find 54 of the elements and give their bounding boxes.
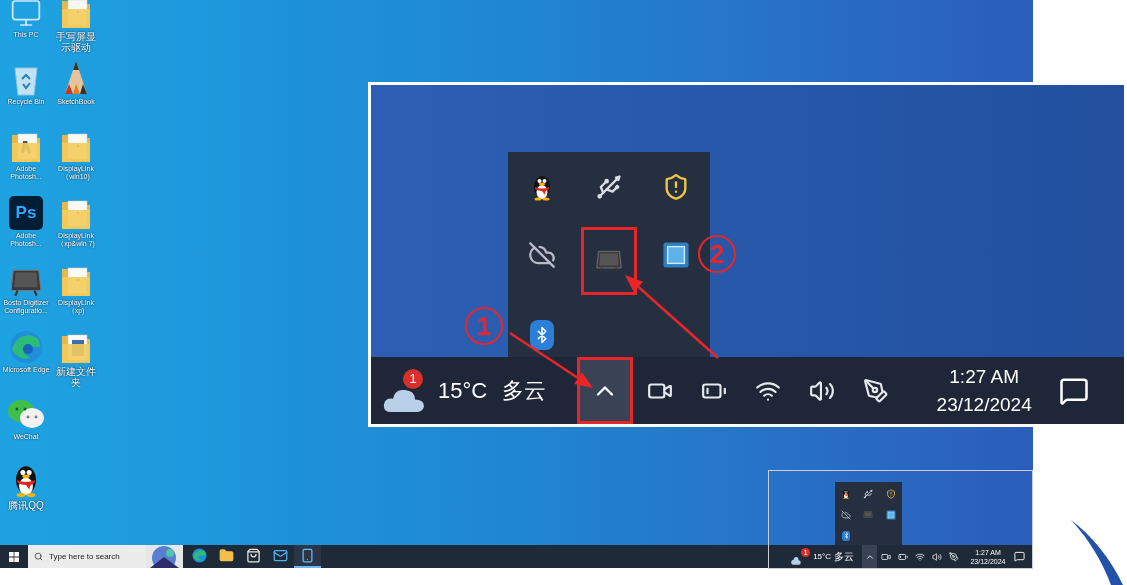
photoshop-icon: Ps [9, 196, 43, 230]
camera-icon [880, 551, 891, 562]
computer-icon [10, 0, 42, 29]
folder-icon [61, 0, 91, 29]
pen-icon [863, 377, 890, 404]
windows-logo-icon [9, 551, 19, 562]
pen-icon [948, 551, 959, 562]
cloud-icon[interactable] [791, 557, 802, 565]
cloud-off-icon [527, 241, 556, 269]
wifi-icon [914, 551, 925, 562]
bluetooth-icon [842, 530, 851, 541]
shield-warning-icon [885, 488, 896, 499]
temperature: 15°C [438, 377, 488, 405]
desktop-shortcut[interactable]: 手写屏显示驱动 [52, 0, 100, 58]
tablet-icon [9, 267, 43, 297]
phone-icon [300, 548, 315, 563]
step-marker: 1 [465, 307, 503, 345]
browser-icon [192, 548, 207, 563]
folder-icon [11, 131, 41, 163]
desktop-shortcut[interactable]: 新建文件夹 [52, 326, 100, 393]
notification-badge: 1 [403, 368, 423, 389]
pencil-icon [63, 60, 89, 96]
weather-condition: 多云 [502, 377, 547, 405]
search-field[interactable]: Type here to search [49, 545, 146, 568]
cloud-off-icon [841, 509, 852, 520]
usb-icon [595, 173, 623, 201]
folder-icon [61, 131, 91, 163]
temperature: 15°C [813, 550, 831, 563]
desktop-shortcut[interactable]: 腾讯QQ [2, 460, 50, 527]
app-icon [662, 241, 691, 269]
app-icon [885, 509, 896, 520]
chat-bubble-icon [1013, 551, 1025, 562]
folder-icon [219, 548, 234, 563]
landscape-picture [146, 545, 183, 568]
step-marker: 2 [698, 235, 736, 273]
recycle-bin-icon [12, 64, 40, 96]
browser-icon [9, 330, 43, 364]
penguin-icon [841, 488, 852, 499]
taskbar-app-button[interactable] [294, 545, 321, 568]
tablet-icon [863, 509, 874, 520]
chat-bubbles-icon [7, 399, 45, 431]
weather-condition: 多云 [834, 550, 854, 564]
folder-icon [61, 198, 91, 230]
speaker-icon [931, 551, 942, 562]
cloud-icon[interactable] [383, 389, 425, 413]
battery-icon [897, 551, 908, 562]
search-icon [28, 545, 49, 568]
usb-icon [863, 488, 874, 499]
shopping-bag-icon [246, 548, 261, 563]
folder-icon [61, 332, 91, 364]
clock-button[interactable]: 1:27 AM 23/12/2024 [914, 362, 1055, 419]
folder-icon [61, 265, 91, 297]
mail-icon [273, 548, 288, 563]
bluetooth-icon [529, 320, 554, 350]
